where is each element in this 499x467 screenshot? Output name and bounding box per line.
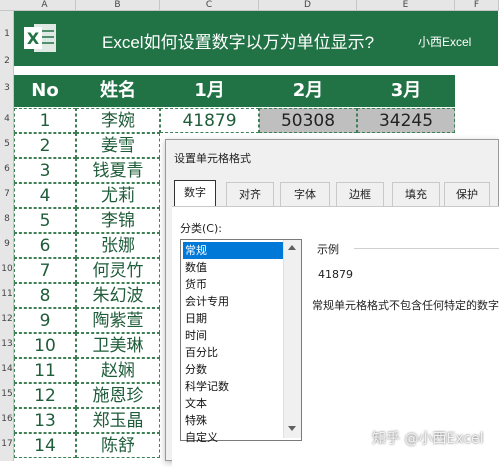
header-jan[interactable]: 1月 [160,75,259,107]
excel-logo-icon: X [24,24,56,52]
cell-name[interactable]: 何灵竹 [76,258,160,283]
row-header[interactable]: 5 [0,139,14,149]
row-header[interactable]: 15 [0,389,14,399]
category-description: 常规单元格格式不包含任何特定的数字格式。 [312,299,499,312]
tab-border[interactable]: 边框 [336,182,384,206]
scroll-down-icon[interactable] [288,426,296,431]
cell-no[interactable]: 5 [14,208,76,233]
column-header-c[interactable]: C [160,0,259,11]
cell-no[interactable]: 3 [14,158,76,183]
cell-name[interactable]: 卫美琳 [76,333,160,358]
cell-name[interactable]: 朱幻波 [76,283,160,308]
column-header-e[interactable]: E [357,0,455,11]
cell-name[interactable]: 张娜 [76,233,160,258]
column-header-a[interactable]: A [14,0,76,11]
cell-no[interactable]: 1 [14,108,76,133]
cell-no[interactable]: 8 [14,283,76,308]
cell-no[interactable]: 2 [14,133,76,158]
category-item[interactable]: 分数 [183,361,283,378]
cell-name[interactable]: 李锦 [76,208,160,233]
row-header[interactable]: 4 [0,114,14,124]
cell-no[interactable]: 14 [14,433,76,458]
sample-value: 41879 [318,268,353,281]
cell-name[interactable]: 李婉 [76,108,160,133]
column-header-b[interactable]: B [76,0,160,11]
cell-name[interactable]: 施恩珍 [76,383,160,408]
scroll-up-icon[interactable] [288,245,296,250]
cell-month-value[interactable]: 41879 [160,108,259,133]
category-item[interactable]: 会计专用 [183,293,283,310]
cell-no[interactable]: 10 [14,333,76,358]
category-item[interactable]: 自定义 [183,429,283,446]
cell-name[interactable]: 陈舒 [76,433,160,458]
table-header-row: No 姓名 1月 2月 3月 [14,75,455,107]
cell-no[interactable]: 11 [14,358,76,383]
category-list[interactable]: 常规 数值 货币 会计专用 日期 时间 百分比 分数 科学记数 文本 特殊 自定… [180,239,302,444]
format-cells-dialog: 设置单元格格式 数字 对齐 字体 边框 填充 保护 分类(C): 常规 数值 货… [165,139,499,467]
cell-name[interactable]: 赵娴 [76,358,160,383]
row-header[interactable]: 1 [0,29,14,39]
row-header[interactable]: 8 [0,214,14,224]
banner-brand: 小西Excel [418,35,472,49]
banner-title: Excel如何设置数字以万为单位显示? [102,33,375,52]
row-header[interactable]: 17 [0,439,14,449]
category-item[interactable]: 科学记数 [183,378,283,395]
category-item[interactable]: 文本 [183,395,283,412]
cell-name[interactable]: 姜雪 [76,133,160,158]
row-header-bar: 1 2 3 4 5 6 7 8 9 10 11 12 13 14 15 16 1… [0,11,14,461]
category-item[interactable]: 数值 [183,259,283,276]
category-scrollbar[interactable] [283,240,301,438]
category-item[interactable]: 百分比 [183,344,283,361]
category-label: 分类(C): [180,222,222,235]
tab-fill[interactable]: 填充 [392,182,440,206]
category-item[interactable]: 时间 [183,327,283,344]
row-header[interactable]: 9 [0,239,14,249]
logo-letter: X [27,29,40,48]
header-mar[interactable]: 3月 [357,75,455,107]
category-item[interactable]: 常规 [183,242,283,259]
cell-no[interactable]: 13 [14,408,76,433]
row-header[interactable]: 3 [0,83,14,93]
row-header[interactable]: 13 [0,339,14,349]
row-header[interactable]: 14 [0,364,14,374]
sample-divider [354,248,499,249]
cell-no[interactable]: 6 [14,233,76,258]
row-header[interactable]: 7 [0,189,14,199]
category-item[interactable]: 日期 [183,310,283,327]
cell-month-value[interactable]: 34245 [357,108,455,133]
watermark: 知乎 @小西Excel [372,431,484,447]
title-banner: X Excel如何设置数字以万为单位显示? 小西Excel [14,11,498,66]
row-header[interactable]: 16 [0,414,14,424]
tab-alignment[interactable]: 对齐 [226,182,274,206]
header-no[interactable]: No [14,75,76,107]
cell-name[interactable]: 钱夏青 [76,158,160,183]
cell-name[interactable]: 尤莉 [76,183,160,208]
cell-name[interactable]: 陶紫萱 [76,308,160,333]
category-item[interactable]: 特殊 [183,412,283,429]
row-header[interactable]: 11 [0,289,14,299]
cell-month-value[interactable]: 50308 [259,108,357,133]
row-header[interactable]: 2 [0,56,14,66]
sample-label: 示例 [317,243,339,256]
column-header-bar: A B C D E F [0,0,499,11]
header-name[interactable]: 姓名 [76,75,160,107]
tab-protection[interactable]: 保护 [444,182,490,206]
column-header-f[interactable]: F [455,0,499,11]
category-item[interactable]: 货币 [183,276,283,293]
row-header[interactable]: 12 [0,314,14,324]
header-feb[interactable]: 2月 [259,75,357,107]
row-header[interactable]: 6 [0,164,14,174]
cell-no[interactable]: 4 [14,183,76,208]
dialog-title: 设置单元格格式 [174,152,251,165]
cell-name[interactable]: 郑玉晶 [76,408,160,433]
tab-number[interactable]: 数字 [174,180,216,207]
column-header-d[interactable]: D [259,0,357,11]
row-header[interactable]: 10 [0,264,14,274]
cell-no[interactable]: 7 [14,258,76,283]
cell-no[interactable]: 9 [14,308,76,333]
cell-no[interactable]: 12 [14,383,76,408]
tab-font[interactable]: 字体 [280,182,330,206]
